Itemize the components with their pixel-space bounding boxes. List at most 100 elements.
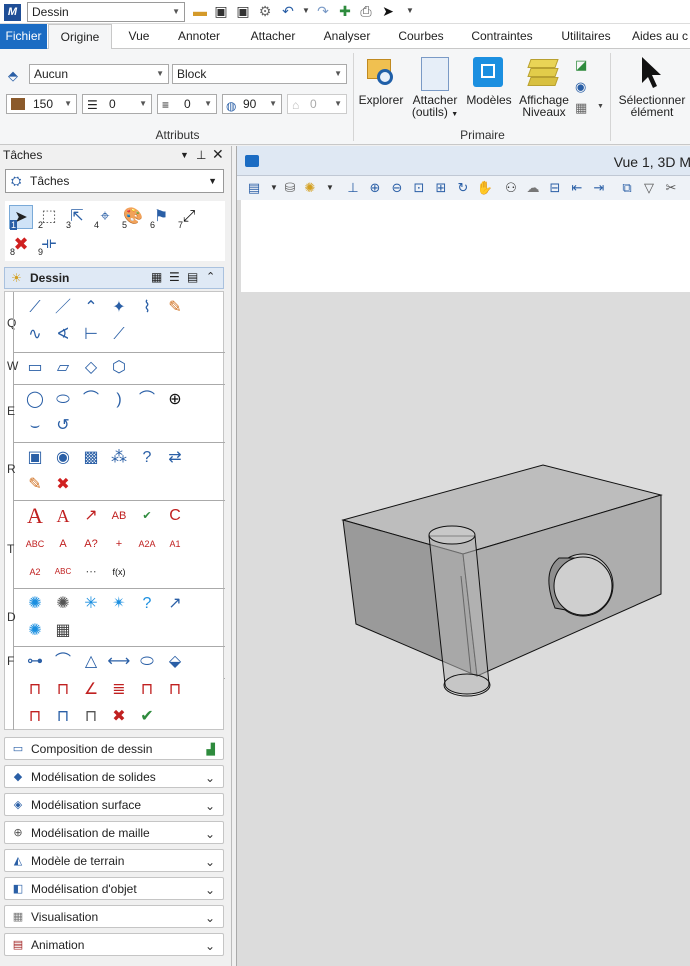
section-header-dessin[interactable]: ☀ Dessin ▦ ☰ ▤ ⌃ [4,267,224,289]
save-settings-icon[interactable]: ▣ [235,3,251,19]
increment-text-icon[interactable]: A [51,532,75,556]
panel-modelisation-d-objet[interactable]: ◧ Modélisation d'objet ⌄ [4,877,224,900]
open-folder-icon[interactable]: ▬ [192,3,208,19]
text-case-icon[interactable]: C [163,504,187,528]
dim-ordinate-icon[interactable]: ≣ [107,678,131,702]
panel-modelisation-de-solides[interactable]: ◆ Modélisation de solides ⌄ [4,765,224,788]
note-icon[interactable]: + [107,532,131,556]
save-icon[interactable]: ▣ [213,3,229,19]
place-polygon-icon[interactable]: ⬡ [107,356,131,380]
place-block-icon[interactable]: ▭ [23,356,47,380]
place-text-icon[interactable]: A [23,504,47,528]
change-text-icon[interactable]: A1 [163,532,187,556]
tab-vue[interactable]: Vue [120,24,158,49]
3d-model-canvas[interactable] [237,146,690,966]
freehand-icon[interactable]: ✎ [163,296,187,320]
panel-animation[interactable]: ▤ Animation ⌄ [4,933,224,956]
references-icon[interactable]: ◉ [575,79,586,95]
constraint-arc-icon[interactable]: ⌒ [51,650,75,674]
table-icon[interactable]: ▦ [51,619,75,643]
angle-icon[interactable]: ∢ [51,323,75,347]
pin-icon[interactable]: ✚ [337,3,353,19]
perpendicular-icon[interactable]: ⟋ [107,323,131,347]
constraint-solid-icon[interactable]: ⬙ [163,650,187,674]
place-smartline-icon[interactable]: ⟋ [23,296,47,320]
redo-icon[interactable]: ↷ [315,3,331,19]
place-shape-icon[interactable]: ▱ [51,356,75,380]
icon-view-icon[interactable]: ▦ [151,270,162,284]
models-button[interactable]: Modèles [464,94,514,106]
dimension-element-icon[interactable]: ✺ [51,592,75,616]
panel-composition-de-dessin[interactable]: ▭ Composition de dessin ▟ [4,737,224,760]
tab-utilitaires[interactable]: Utilitaires [553,24,619,49]
dim-element-icon[interactable]: ⊓ [23,705,47,729]
place-arc-icon[interactable]: ⌒ [79,388,103,412]
explorer-button[interactable]: Explorer [356,94,406,106]
replace-cell-icon[interactable]: ⇄ [163,446,187,470]
copy-text-icon[interactable]: A? [79,532,103,556]
dim-check-icon[interactable]: ✔ [135,705,159,729]
level-select[interactable]: Aucun ▼ [29,64,169,84]
priority-select[interactable]: ⌂ 0 ▼ [287,94,347,114]
tangent-icon[interactable]: ⊢ [79,323,103,347]
tab-fichier[interactable]: Fichier [0,24,47,49]
tab-aides[interactable]: Aides au c [632,24,690,49]
list-view-icon[interactable]: ☰ [169,270,180,284]
dim-drop-icon[interactable]: ✖ [107,705,131,729]
dimension-linear-icon[interactable]: ✳ [79,592,103,616]
dim-stacked-icon[interactable]: ⊓ [163,678,187,702]
place-line-icon[interactable]: ／ [51,296,75,320]
undo-dropdown-icon[interactable]: ▼ [298,3,314,19]
undo-icon[interactable]: ↶ [280,3,296,19]
tab-contraintes[interactable]: Contraintes [465,24,539,49]
select-element-icon[interactable] [636,55,666,91]
compress-icon[interactable]: ⚙ [257,3,273,19]
chevron-up-icon[interactable]: ⌃ [206,270,215,283]
match-text-icon[interactable]: A2A [135,532,159,556]
tab-analyser[interactable]: Analyser [317,24,377,49]
constraint-slot-icon[interactable]: ⬭ [135,650,159,674]
spell-check-icon[interactable]: ✔ [135,504,159,528]
text-along-icon[interactable]: ↗ [79,504,103,528]
transparency-select[interactable]: ◍ 90 ▼ [222,94,282,114]
dim-size-arrow-icon[interactable]: ⊓ [23,678,47,702]
models-icon[interactable] [473,57,503,87]
drop-cell-icon[interactable]: ✖ [51,473,75,497]
dim-size-stroke-icon[interactable]: ⊓ [51,678,75,702]
text-node-icon[interactable]: A2 [23,560,47,584]
level-display-button[interactable]: Affichage Niveaux [517,94,571,118]
dim-linear-icon[interactable]: ⊓ [51,705,75,729]
dimension-style-icon[interactable]: ✺ [23,619,47,643]
attach-tools-button[interactable]: Attacher (outils) ▼ [407,94,463,121]
select-arrow-icon[interactable]: ➤ [380,3,396,19]
panel-modele-de-terrain[interactable]: ◭ Modèle de terrain ⌄ [4,849,224,872]
panel-visualisation[interactable]: ▦ Visualisation ⌄ [4,905,224,928]
customize-dropdown-icon[interactable]: ▼ [402,3,418,19]
dimension-query-icon[interactable]: ? [135,592,159,616]
place-curve-icon[interactable]: ⌇ [135,296,159,320]
spline-icon[interactable]: ∿ [23,323,47,347]
text-editor-icon[interactable]: AB [107,504,131,528]
place-cell-icon[interactable]: ▣ [23,446,47,470]
element-template-select[interactable]: Block ▼ [172,64,347,84]
multiline-icon[interactable]: ⌃ [79,296,103,320]
identify-cell-icon[interactable]: ? [135,446,159,470]
panel-menu-icon[interactable]: ▼ [180,146,189,164]
place-circle-icon[interactable]: ◯ [23,388,47,412]
arc-radius-icon[interactable]: ⌣ [23,414,47,438]
level-manager-icon[interactable]: ◪ [575,57,587,73]
panel-modelisation-surface[interactable]: ◈ Modélisation surface ⌄ [4,793,224,816]
orthogonal-shape-icon[interactable]: ◇ [79,356,103,380]
print-icon[interactable]: ⎙ [358,3,374,19]
close-icon[interactable]: ✕ [212,145,224,163]
constraint-angle-icon[interactable]: △ [79,650,103,674]
lineweight-select[interactable]: ≡ 0 ▼ [157,94,217,114]
detail-view-icon[interactable]: ▤ [187,270,198,284]
tasks-select[interactable]: ⛭ Tâches ▼ [5,169,224,193]
attach-tools-icon[interactable] [421,57,449,91]
place-point-icon[interactable]: ✦ [107,296,131,320]
workflow-select[interactable]: Dessin ▼ [27,2,185,22]
tab-annoter[interactable]: Annoter [170,24,228,49]
enter-data-field-icon[interactable]: ABC [51,560,75,584]
quarter-ellipse-icon[interactable]: ⌒ [135,388,159,412]
